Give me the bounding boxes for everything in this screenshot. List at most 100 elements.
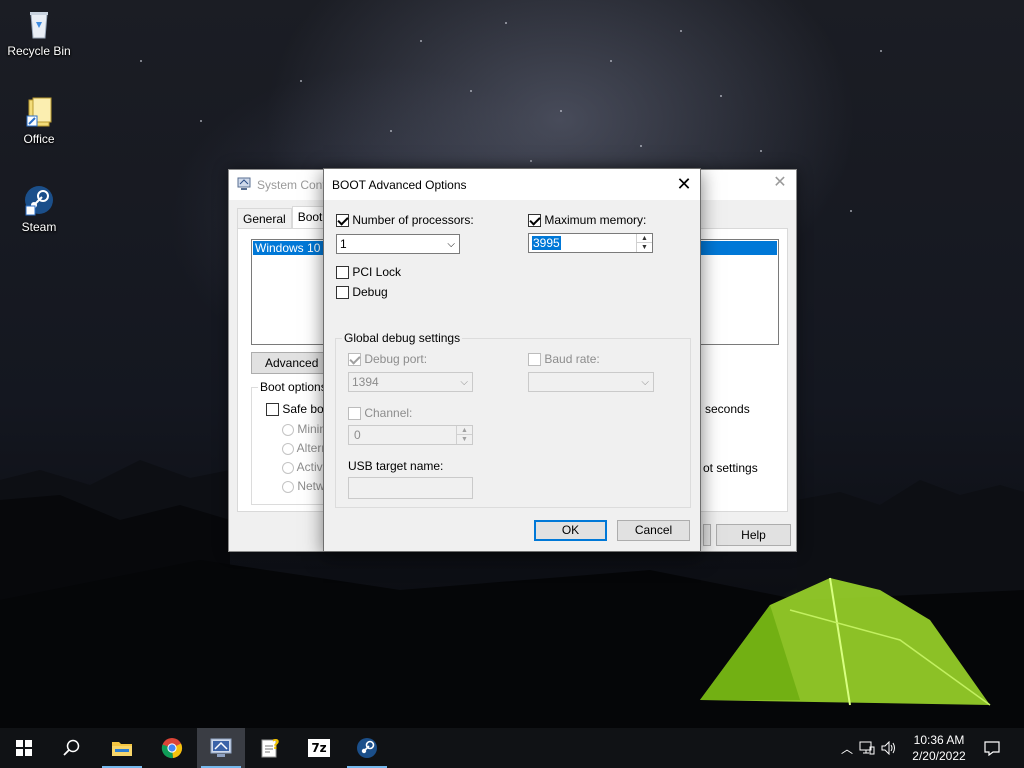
start-button[interactable]: [0, 728, 48, 768]
spin-down-icon[interactable]: ▼: [637, 243, 652, 252]
cancel-button[interactable]: Cancel: [617, 520, 690, 541]
notification-icon: [984, 741, 1000, 756]
ok-button[interactable]: OK: [534, 520, 607, 541]
channel-checkbox-row[interactable]: Channel:: [348, 406, 413, 421]
taskbar-clock[interactable]: 10:36 AM 2/20/2022: [906, 732, 972, 764]
search-button[interactable]: [48, 728, 96, 768]
taskbar-chrome[interactable]: [148, 728, 196, 768]
apply-button-partial[interactable]: [703, 524, 711, 546]
debug-port-checkbox[interactable]: [348, 353, 361, 367]
baud-rate-checkbox-row[interactable]: Baud rate:: [528, 352, 600, 367]
desktop-icon-recycle-bin[interactable]: Recycle Bin: [1, 8, 77, 58]
folder-icon: [112, 742, 132, 756]
max-memory-checkbox-row[interactable]: Maximum memory:: [528, 213, 647, 228]
channel-label: Channel:: [364, 406, 413, 420]
close-icon: ✕: [773, 174, 787, 191]
num-processors-label: Number of processors:: [352, 213, 474, 227]
spin-down-icon[interactable]: ▼: [457, 435, 472, 444]
radio-network[interactable]: [282, 480, 294, 493]
help-document-icon: ?: [261, 738, 280, 758]
debug-checkbox[interactable]: [336, 286, 349, 300]
7zip-icon: 7z: [308, 739, 330, 757]
safe-boot-checkbox-row[interactable]: Safe boo: [266, 402, 330, 417]
chevron-down-icon: ⌵: [460, 377, 468, 388]
chevron-down-icon: ⌵: [641, 377, 649, 388]
timeout-seconds-label: seconds: [705, 402, 750, 416]
desktop-icon-label: Steam: [21, 220, 57, 234]
pci-lock-label: PCI Lock: [352, 265, 402, 279]
debug-checkbox-row[interactable]: Debug: [336, 285, 388, 300]
max-memory-checkbox[interactable]: [528, 214, 541, 228]
radio-alternate[interactable]: [282, 442, 294, 455]
radio-active[interactable]: [282, 461, 294, 474]
debug-label: Debug: [352, 285, 388, 299]
global-debug-legend: Global debug settings: [342, 331, 463, 345]
desktop-icon-label: Office: [23, 132, 55, 146]
dialog-title: BOOT Advanced Options: [332, 177, 467, 192]
taskbar-help-tool[interactable]: ?: [246, 728, 294, 768]
usb-target-input[interactable]: [348, 477, 473, 499]
num-processors-checkbox[interactable]: [336, 214, 349, 228]
safe-boot-option-alternate[interactable]: Altern: [282, 441, 328, 455]
num-processors-select[interactable]: 1 ⌵: [336, 234, 460, 254]
boot-advanced-options-dialog: BOOT Advanced Options ✕ Number of proces…: [323, 168, 701, 552]
pci-lock-checkbox-row[interactable]: PCI Lock: [336, 265, 402, 280]
debug-port-checkbox-row[interactable]: Debug port:: [348, 352, 428, 367]
taskbar-7zip[interactable]: 7z: [295, 728, 343, 768]
channel-spin-buttons[interactable]: ▲ ▼: [456, 426, 472, 444]
channel-spinner[interactable]: 0 ▲ ▼: [348, 425, 473, 445]
max-memory-label: Maximum memory:: [544, 213, 647, 227]
msconfig-icon: [237, 177, 251, 194]
max-memory-spinner[interactable]: 3995 ▲ ▼: [528, 233, 653, 253]
network-icon[interactable]: [856, 741, 878, 755]
usb-target-label: USB target name:: [348, 459, 444, 473]
close-icon: ✕: [676, 174, 692, 194]
global-debug-settings-group: Global debug settings Debug port: 1394 ⌵…: [335, 331, 691, 508]
search-icon: [63, 739, 80, 756]
spin-up-icon[interactable]: ▲: [637, 234, 652, 243]
recycle-bin-icon: [23, 8, 55, 40]
steam-icon: [357, 738, 377, 758]
spin-up-icon[interactable]: ▲: [457, 426, 472, 435]
chevron-down-icon: ⌵: [447, 239, 455, 250]
action-center-button[interactable]: [978, 728, 1006, 768]
desktop-icon-steam[interactable]: Steam: [1, 184, 77, 234]
desktop-icon-label: Recycle Bin: [7, 44, 71, 58]
dialog-close-button[interactable]: ✕: [676, 174, 692, 194]
svg-text:?: ?: [272, 738, 280, 753]
chrome-icon: [161, 738, 183, 759]
sysconf-title: System Conf: [257, 178, 326, 192]
msconfig-icon: [210, 738, 232, 757]
sysconf-close-button[interactable]: ✕: [772, 175, 788, 191]
windows-logo-icon: [16, 740, 32, 756]
clock-time: 10:36 AM: [913, 733, 965, 747]
make-permanent-label: ot settings: [703, 461, 758, 475]
dialog-titlebar[interactable]: BOOT Advanced Options: [324, 169, 700, 200]
baud-rate-checkbox[interactable]: [528, 353, 541, 367]
clock-date: 2/20/2022: [912, 749, 966, 763]
steam-icon: [23, 184, 55, 216]
system-tray: ︿: [838, 728, 904, 768]
baud-rate-select[interactable]: ⌵: [528, 372, 654, 392]
help-button[interactable]: Help: [716, 524, 791, 546]
taskbar-system-configuration[interactable]: [197, 728, 245, 768]
debug-port-label: Debug port:: [364, 352, 428, 366]
debug-port-value: 1394: [352, 375, 379, 389]
desktop-icon-office[interactable]: Office: [1, 96, 77, 146]
debug-port-select[interactable]: 1394 ⌵: [348, 372, 473, 392]
pci-lock-checkbox[interactable]: [336, 266, 349, 280]
taskbar: ? 7z ︿ 10:36 AM 2/20/2022: [0, 728, 1024, 768]
safe-boot-checkbox[interactable]: [266, 403, 279, 417]
taskbar-file-explorer[interactable]: [98, 728, 146, 768]
volume-icon[interactable]: [878, 741, 900, 755]
radio-minimal[interactable]: [282, 423, 294, 436]
num-processors-checkbox-row[interactable]: Number of processors:: [336, 213, 474, 228]
office-icon: [23, 96, 55, 128]
chevron-up-icon[interactable]: ︿: [838, 740, 856, 757]
max-memory-value[interactable]: 3995: [532, 236, 561, 250]
channel-checkbox[interactable]: [348, 407, 361, 421]
taskbar-steam[interactable]: [343, 728, 391, 768]
advanced-options-button[interactable]: Advanced op: [251, 352, 333, 374]
boot-options-legend: Boot options: [258, 380, 329, 394]
max-memory-spin-buttons[interactable]: ▲ ▼: [636, 234, 652, 252]
